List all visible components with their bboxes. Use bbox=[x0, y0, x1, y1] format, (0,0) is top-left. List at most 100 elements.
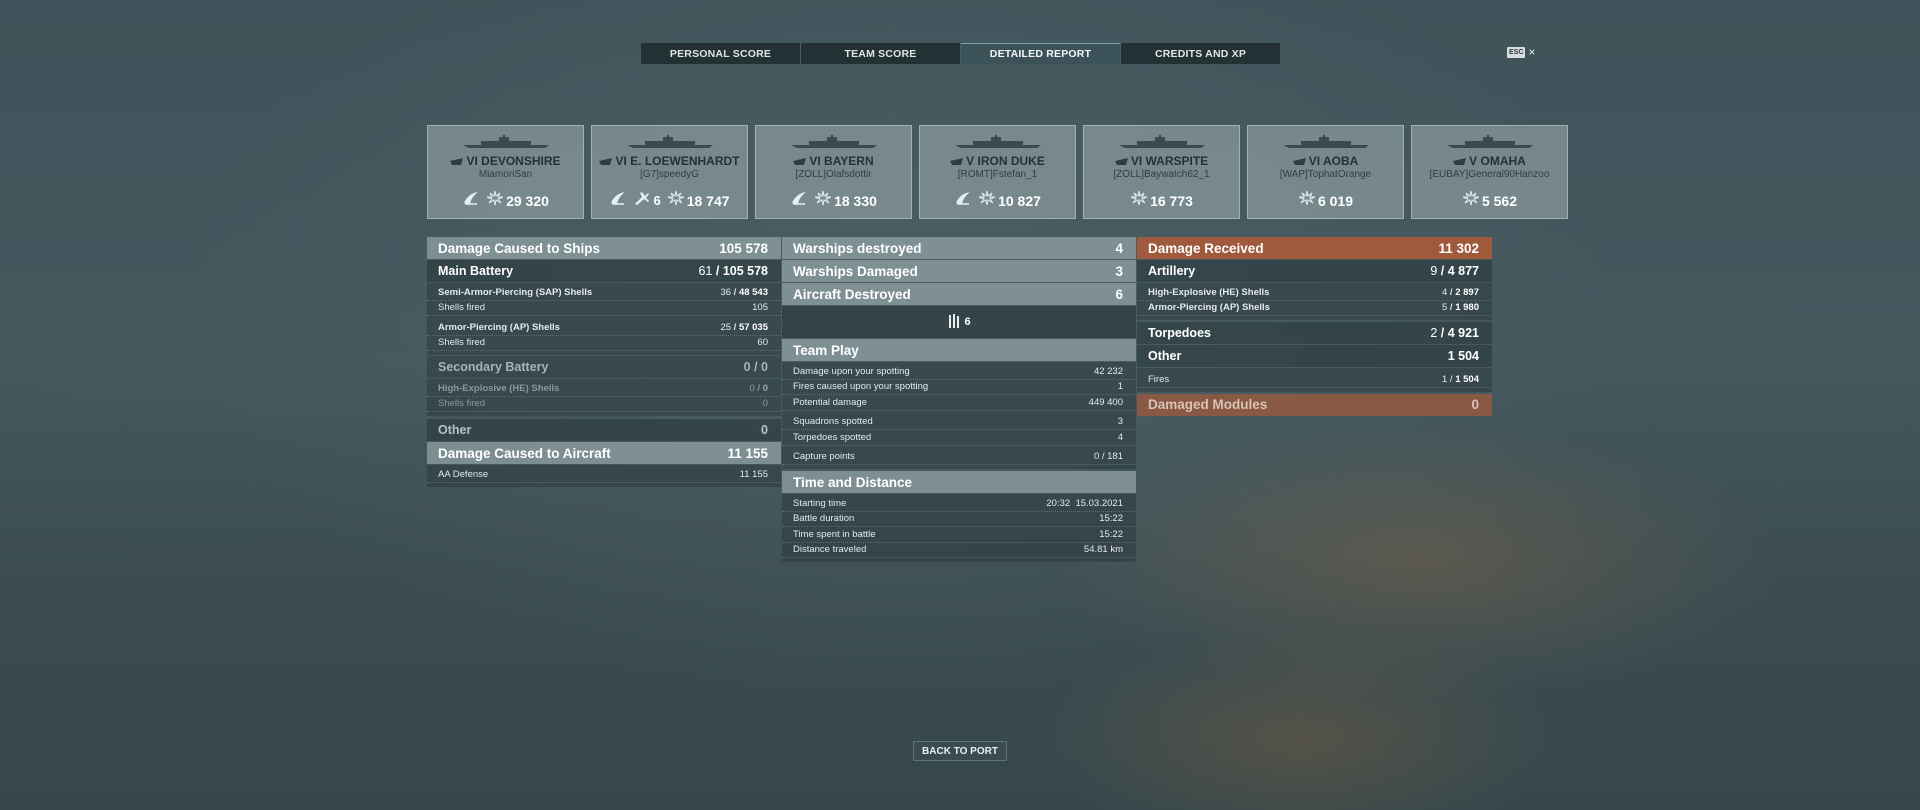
he-shells-row: High-Explosive (HE) Shells 0 / 0 bbox=[427, 381, 781, 397]
base-xp: 5 562 bbox=[1462, 190, 1517, 211]
damaged-modules-header: Damaged Modules 0 bbox=[1137, 393, 1492, 416]
ship-title: V IRON DUKE bbox=[920, 154, 1075, 168]
sap-shells-label: Semi-Armor-Piercing (SAP) Shells bbox=[438, 286, 593, 298]
close-icon: × bbox=[1528, 45, 1536, 59]
ship-score: 18 330 bbox=[834, 192, 877, 209]
ship-name: VI BAYERN bbox=[809, 154, 874, 168]
ship-class-icon bbox=[450, 157, 464, 165]
torpedoes-label: Torpedoes bbox=[1148, 326, 1211, 340]
combat-summary-panel: Warships destroyed 4 Warships Damaged 3 … bbox=[782, 237, 1136, 563]
time-distance-label: Time and Distance bbox=[793, 474, 913, 490]
row-label: Time spent in battle bbox=[793, 528, 876, 540]
secondary-battery-label: Secondary Battery bbox=[438, 360, 549, 374]
time-distance-row: Battle duration 15:22 bbox=[782, 512, 1136, 527]
tab-team-score[interactable]: TEAM SCORE bbox=[801, 43, 961, 64]
fire-icon bbox=[609, 190, 627, 211]
fires-row: Fires 1 / 1 504 bbox=[1137, 372, 1492, 388]
damage-caused-ships-header: Damage Caused to Ships 105 578 bbox=[427, 237, 781, 259]
ship-class-icon bbox=[1453, 157, 1467, 165]
ship-card[interactable]: VI WARSPITE [ZOLL]Baywatch62_1 16 773 bbox=[1083, 125, 1240, 219]
ship-card[interactable]: VI E. LOEWENHARDT [G7]speedyG 6 18 747 bbox=[591, 125, 748, 219]
artillery-hits: 9 bbox=[1430, 264, 1438, 278]
ap-shells-label: Armor-Piercing (AP) Shells bbox=[438, 321, 560, 333]
player-name: [ZOLL]Baywatch62_1 bbox=[1113, 169, 1210, 180]
row-value: 4 bbox=[1117, 431, 1123, 443]
sap-hits: 36 bbox=[720, 286, 732, 298]
row-value: 1 bbox=[1117, 381, 1123, 393]
ribbon bbox=[954, 190, 972, 211]
main-battery-damage: 105 578 bbox=[722, 264, 768, 278]
warships-destroyed-value: 4 bbox=[1115, 240, 1123, 256]
back-to-port-button[interactable]: BACK TO PORT bbox=[913, 741, 1007, 761]
main-battery-details: Semi-Armor-Piercing (SAP) Shells 36 / 48… bbox=[427, 283, 781, 355]
received-he-damage: 2 897 bbox=[1455, 286, 1479, 298]
main-battery-header: Main Battery 61 / 105 578 bbox=[427, 260, 781, 282]
aircraft-destroyed-value: 6 bbox=[1115, 286, 1123, 302]
ship-class-icon bbox=[950, 157, 964, 165]
team-play-label: Team Play bbox=[793, 342, 859, 358]
row-label: Battle duration bbox=[793, 513, 855, 525]
ship-card[interactable]: VI AOBA [WAP]TophatOrange 6 019 bbox=[1247, 125, 1404, 219]
row-value: 449 400 bbox=[1088, 396, 1123, 408]
damage-caused-ships-value: 105 578 bbox=[719, 240, 768, 256]
fires-value: 1 / 1 504 bbox=[1442, 373, 1479, 385]
other-damage-header: Other 0 bbox=[427, 419, 781, 441]
score-icon bbox=[1462, 190, 1480, 211]
ship-card[interactable]: V OMAHA [EUBAY]General90Hanzoo 5 562 bbox=[1411, 125, 1568, 219]
tab-detailed-report[interactable]: DETAILED REPORT bbox=[961, 43, 1121, 64]
fires-damage: 1 504 bbox=[1455, 373, 1479, 385]
received-he-label: High-Explosive (HE) Shells bbox=[1148, 286, 1270, 298]
secondary-battery-value: 0 / 0 bbox=[743, 360, 768, 374]
damage-received-label: Damage Received bbox=[1148, 240, 1264, 256]
ship-ribbons: 18 330 bbox=[756, 190, 911, 211]
ship-silhouette-icon bbox=[1282, 135, 1369, 148]
row-value: 54.81 km bbox=[1083, 544, 1123, 556]
other-damage-label: Other bbox=[438, 423, 472, 437]
row-label: Potential damage bbox=[793, 396, 867, 408]
damaged-modules-value: 0 bbox=[1471, 397, 1479, 412]
received-other-label: Other bbox=[1148, 349, 1182, 363]
he-shells-fired: 0 bbox=[762, 398, 768, 410]
ship-name: VI E. LOEWENHARDT bbox=[615, 154, 740, 168]
base-xp: 10 827 bbox=[978, 190, 1041, 211]
report-tabs: PERSONAL SCORE TEAM SCORE DETAILED REPOR… bbox=[641, 43, 1280, 64]
shells-fired-label: Shells fired bbox=[438, 337, 485, 349]
row-label: Fires caused upon your spotting bbox=[793, 381, 929, 393]
ship-card[interactable]: VI BAYERN [ZOLL]Olafsdottir 18 330 bbox=[755, 125, 912, 219]
tab-credits-and-xp[interactable]: CREDITS AND XP bbox=[1121, 43, 1280, 64]
row-value: 20:32 15.03.2021 bbox=[1046, 497, 1123, 509]
ship-silhouette-icon bbox=[1446, 135, 1533, 148]
ship-card[interactable]: V IRON DUKE [ROMT]Fstefan_1 10 827 bbox=[919, 125, 1076, 219]
torpedoes-header: Torpedoes 2 / 4 921 bbox=[1137, 322, 1492, 344]
other-received-details: Fires 1 / 1 504 bbox=[1137, 368, 1492, 392]
artillery-label: Artillery bbox=[1148, 264, 1196, 278]
close-button[interactable]: ESC × bbox=[1507, 46, 1535, 58]
ship-ribbons: 10 827 bbox=[920, 190, 1075, 211]
received-ap-value: 5 / 1 980 bbox=[1442, 302, 1479, 314]
player-name: [G7]speedyG bbox=[640, 169, 699, 180]
damage-caused-ships-label: Damage Caused to Ships bbox=[438, 240, 601, 256]
received-other-value: 1 504 bbox=[1447, 349, 1479, 363]
ship-score: 16 773 bbox=[1150, 192, 1193, 209]
shells-fired-label: Shells fired bbox=[438, 398, 485, 410]
ap-damage: 57 035 bbox=[738, 321, 768, 333]
row-label: Torpedoes spotted bbox=[793, 431, 872, 443]
score-icon bbox=[667, 190, 685, 211]
tab-personal-score[interactable]: PERSONAL SCORE bbox=[641, 43, 801, 64]
ship-ribbons: 29 320 bbox=[428, 190, 583, 211]
fire-icon bbox=[954, 190, 972, 211]
ship-score: 6 019 bbox=[1317, 192, 1354, 209]
aircraft-icon bbox=[633, 190, 651, 211]
score-icon bbox=[978, 190, 996, 211]
he-hits: 0 bbox=[749, 382, 755, 394]
sap-shells-fired: 105 bbox=[752, 302, 768, 314]
he-shells-label: High-Explosive (HE) Shells bbox=[438, 382, 560, 394]
he-damage: 0 bbox=[762, 382, 768, 394]
artillery-damage: 4 877 bbox=[1447, 264, 1479, 278]
ap-shells-row: Armor-Piercing (AP) Shells 25 / 57 035 bbox=[427, 320, 781, 336]
damage-received-header: Damage Received 11 302 bbox=[1137, 237, 1492, 259]
received-he-value: 4 / 2 897 bbox=[1442, 286, 1479, 298]
ship-ribbons: 6 019 bbox=[1248, 190, 1403, 211]
ship-card[interactable]: VI DEVONSHIRE MiamoriSan 29 320 bbox=[427, 125, 584, 219]
secondary-damage: 0 bbox=[761, 360, 768, 374]
